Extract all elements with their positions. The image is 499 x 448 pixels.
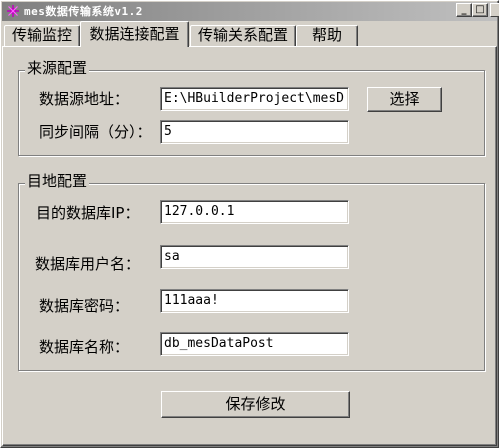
source-path-label: 数据源地址：	[39, 90, 130, 108]
sync-interval-input[interactable]: 5	[160, 120, 349, 144]
title-bar[interactable]: mes数据传输系统v1.2	[2, 2, 497, 21]
tab-help[interactable]: 帮助	[296, 25, 358, 46]
maximize-button[interactable]: □	[472, 3, 488, 17]
db-name-label: 数据库名称：	[39, 338, 130, 356]
close-button[interactable]: ×	[490, 3, 499, 17]
tab-transfer-relation-config[interactable]: 传输关系配置	[190, 25, 296, 46]
db-password-label: 数据库密码：	[39, 297, 130, 315]
tab-transfer-monitor[interactable]: 传输监控	[4, 25, 80, 46]
minimize-icon: _	[461, 4, 467, 15]
target-ip-label: 目的数据库IP：	[36, 204, 140, 222]
choose-button[interactable]: 选择	[367, 87, 442, 112]
maximize-icon: □	[475, 4, 485, 15]
source-config-title: 来源配置	[25, 59, 90, 77]
db-password-input[interactable]: 111aaa!	[160, 289, 349, 313]
tab-data-connection-config[interactable]: 数据连接配置	[80, 21, 189, 47]
save-changes-button[interactable]: 保存修改	[161, 391, 350, 418]
source-path-input[interactable]: E:\HBuilderProject\mesD	[160, 87, 349, 111]
app-icon	[7, 5, 19, 17]
db-username-label: 数据库用户名：	[35, 255, 141, 273]
target-ip-input[interactable]: 127.0.0.1	[160, 200, 349, 224]
sync-interval-label: 同步间隔（分）：	[39, 123, 152, 141]
minimize-button[interactable]: _	[456, 3, 472, 17]
db-name-input[interactable]: db_mesDataPost	[160, 332, 349, 356]
target-config-title: 目地配置	[25, 172, 90, 190]
db-username-input[interactable]: sa	[160, 245, 349, 269]
window-title: mes数据传输系统v1.2	[24, 5, 143, 18]
